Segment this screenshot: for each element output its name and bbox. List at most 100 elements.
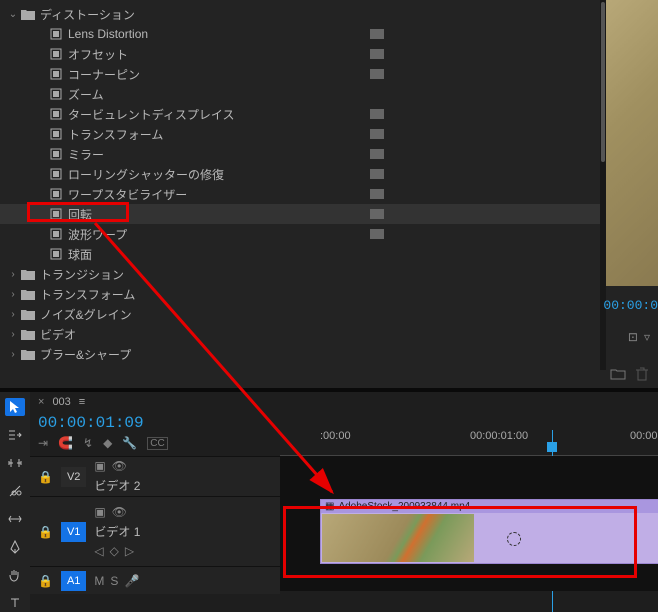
pen-tool[interactable] [5, 538, 25, 556]
effects-folder[interactable]: ›ノイズ&グレイン [0, 304, 658, 324]
track-header-v2[interactable]: 🔒 V2 ▣ 👁 ビデオ 2 [30, 457, 280, 496]
program-monitor[interactable] [606, 0, 658, 286]
effects-panel: ⌄ ディストーション Lens Distortion オフセット コーナーピン … [0, 0, 658, 388]
effect-item[interactable]: ワープスタビライザー [0, 184, 658, 204]
clip-item[interactable]: ▦ AdobeStock_200933844.mp4 [320, 499, 658, 564]
track-lane-v1[interactable]: ▦ AdobeStock_200933844.mp4 [280, 497, 658, 566]
program-timecode[interactable]: 00:00:0 [603, 298, 658, 313]
tab-menu-icon[interactable]: ≡ [79, 396, 85, 408]
hand-tool[interactable] [5, 566, 25, 584]
chevron-right-icon: › [6, 269, 20, 280]
fx-badge-icon: ▦ [325, 501, 334, 512]
effect-item[interactable]: 球面 [0, 244, 658, 264]
effect-item[interactable]: ミラー [0, 144, 658, 164]
track-name[interactable]: ビデオ 2 [94, 477, 140, 494]
track-tag[interactable]: V2 [61, 467, 86, 487]
nudge-icon[interactable]: ⇥ [38, 436, 48, 450]
keyframe-icon[interactable]: ◇ [110, 544, 119, 558]
track-lane-v2[interactable] [280, 457, 658, 496]
marker-icon[interactable]: ◆ [103, 436, 112, 450]
badge-icon [370, 148, 386, 160]
effect-item[interactable]: タービュレントディスプレイス [0, 104, 658, 124]
selection-tool[interactable] [5, 398, 25, 416]
panel-footer [610, 367, 648, 384]
folder-icon [20, 289, 36, 300]
track-v2: 🔒 V2 ▣ 👁 ビデオ 2 [30, 456, 658, 496]
effect-item[interactable]: ローリングシャッターの修復 [0, 164, 658, 184]
keyframe-next-icon[interactable]: ▷ [125, 544, 134, 558]
effects-folder[interactable]: ›ブラー&シャープ [0, 344, 658, 364]
lock-icon[interactable]: 🔒 [38, 574, 53, 588]
marker-icon[interactable]: ▿ [644, 330, 650, 344]
playhead-handle[interactable] [547, 442, 557, 452]
eye-icon[interactable]: 👁 [112, 459, 127, 473]
toggle-output-icon[interactable]: ▣ [94, 459, 105, 473]
keyframe-prev-icon[interactable]: ◁ [94, 544, 103, 558]
cc-icon[interactable]: CC [147, 437, 167, 450]
preset-icon [48, 108, 64, 120]
track-tag[interactable]: A1 [61, 571, 86, 591]
effect-item[interactable]: 波形ワープ [0, 224, 658, 244]
snap-icon[interactable]: 🧲 [58, 436, 73, 450]
solo-button[interactable]: S [110, 574, 118, 588]
preset-icon [48, 148, 64, 160]
preset-icon [48, 48, 64, 60]
lock-icon[interactable]: 🔒 [38, 470, 53, 484]
time-ruler[interactable]: :00:00 00:00:01:00 00:00:02:00 [280, 430, 658, 456]
track-select-tool[interactable] [5, 426, 25, 444]
preset-icon [48, 208, 64, 220]
fit-icon[interactable]: ⊡ [628, 330, 638, 344]
folder-icon [20, 349, 36, 360]
effects-folder[interactable]: ›ビデオ [0, 324, 658, 344]
trash-icon[interactable] [636, 367, 648, 384]
badge-icon [370, 108, 386, 120]
voice-over-icon[interactable]: 🎤 [124, 574, 139, 588]
toggle-output-icon[interactable]: ▣ [94, 505, 105, 519]
badge-icon [370, 48, 386, 60]
folder-label: ディストーション [40, 6, 135, 23]
track-header-v1[interactable]: 🔒 V1 ▣ 👁 ビデオ 1 ◁ ◇ ▷ [30, 497, 280, 566]
razor-tool[interactable] [5, 482, 25, 500]
mute-button[interactable]: M [94, 574, 104, 588]
clip-thumbnail [322, 514, 474, 562]
close-icon[interactable]: × [38, 396, 44, 408]
effects-folder[interactable]: ›トランスフォーム [0, 284, 658, 304]
badge-icon [370, 168, 386, 180]
preset-icon [48, 68, 64, 80]
ripple-edit-tool[interactable] [5, 454, 25, 472]
lock-icon[interactable]: 🔒 [38, 525, 53, 539]
effect-item[interactable]: トランスフォーム [0, 124, 658, 144]
effects-folder[interactable]: ›トランジション [0, 264, 658, 284]
eye-icon[interactable]: 👁 [112, 505, 127, 519]
effect-item[interactable]: オフセット [0, 44, 658, 64]
track-tag[interactable]: V1 [61, 522, 86, 542]
chevron-right-icon: › [6, 349, 20, 360]
effect-item[interactable]: コーナーピン [0, 64, 658, 84]
new-bin-icon[interactable] [610, 367, 626, 384]
tracks: 🔒 V2 ▣ 👁 ビデオ 2 🔒 V1 ▣ 👁 ビデオ 1 ◁ ◇ ▷ [30, 456, 658, 612]
preset-icon [48, 128, 64, 140]
track-a1: 🔒 A1 M S 🎤 [30, 566, 658, 594]
folder-icon [20, 269, 36, 280]
badge-icon [370, 128, 386, 140]
track-name[interactable]: ビデオ 1 [94, 523, 140, 540]
track-header-a1[interactable]: 🔒 A1 M S 🎤 [30, 567, 280, 594]
tool-column [0, 392, 30, 612]
effect-item[interactable]: Lens Distortion [0, 24, 658, 44]
ruler-tick: 00:00:01:00 [470, 430, 528, 442]
effect-item-rotation[interactable]: 回転 [0, 204, 658, 224]
program-controls: ⊡ ▿ [628, 330, 650, 344]
effects-folder-distortion[interactable]: ⌄ ディストーション [0, 4, 658, 24]
slip-tool[interactable] [5, 510, 25, 528]
preset-icon [48, 88, 64, 100]
settings-icon[interactable]: 🔧 [122, 436, 137, 450]
track-lane-a1[interactable] [280, 567, 658, 591]
type-tool[interactable] [5, 594, 25, 612]
sequence-tab[interactable]: 003 [52, 396, 70, 408]
effect-item[interactable]: ズーム [0, 84, 658, 104]
linked-selection-icon[interactable]: ↯ [83, 436, 93, 450]
clip-header: ▦ AdobeStock_200933844.mp4 [321, 500, 658, 513]
sequence-tabs: × 003 ≡ [30, 392, 658, 412]
badge-icon [370, 188, 386, 200]
folder-icon [20, 309, 36, 320]
